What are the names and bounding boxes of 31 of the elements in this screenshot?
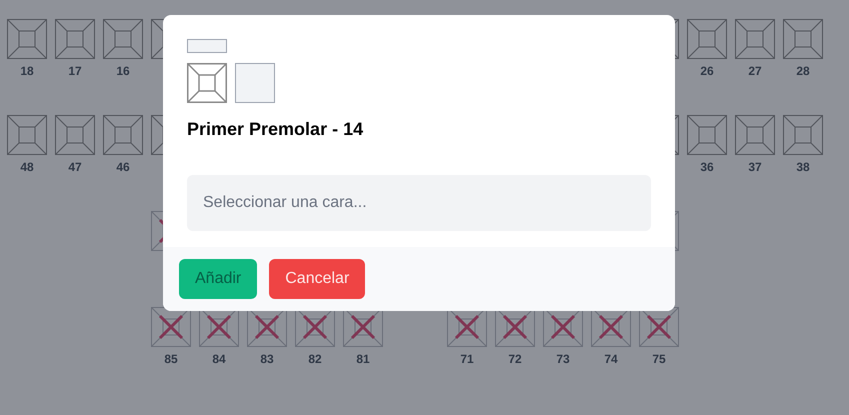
tooth-number: 46 bbox=[116, 159, 130, 175]
tooth-number: 16 bbox=[116, 63, 130, 79]
tooth-icon[interactable] bbox=[151, 307, 191, 347]
tooth-number: 36 bbox=[700, 159, 714, 175]
tooth-number: 47 bbox=[68, 159, 82, 175]
tooth-number: 48 bbox=[20, 159, 34, 175]
tooth-number: 71 bbox=[460, 351, 474, 367]
tooth-number: 72 bbox=[508, 351, 522, 367]
tooth-number: 75 bbox=[652, 351, 666, 367]
tooth-number: 74 bbox=[604, 351, 618, 367]
tooth-number: 84 bbox=[212, 351, 226, 367]
tooth-icon[interactable] bbox=[187, 63, 227, 103]
tooth-number: 81 bbox=[356, 351, 370, 367]
tooth-number: 83 bbox=[260, 351, 274, 367]
dialog-title: Primer Premolar - 14 bbox=[187, 118, 364, 141]
tooth-number: 37 bbox=[748, 159, 762, 175]
tooth-number: 73 bbox=[556, 351, 570, 367]
tooth-number: 38 bbox=[796, 159, 810, 175]
tooth-number: 18 bbox=[20, 63, 34, 79]
tooth-number: 85 bbox=[164, 351, 178, 367]
tooth-number: 27 bbox=[748, 63, 762, 79]
add-button[interactable]: Añadir bbox=[179, 259, 258, 299]
tooth-number: 28 bbox=[796, 63, 810, 79]
tooth-number: 17 bbox=[68, 63, 82, 79]
face-select-field[interactable]: Seleccionar una cara... bbox=[187, 175, 651, 231]
cancel-button[interactable]: Cancelar bbox=[269, 259, 366, 299]
tooth-surface-swatch[interactable] bbox=[187, 39, 227, 53]
tooth-number: 26 bbox=[700, 63, 714, 79]
tooth-number: 82 bbox=[308, 351, 322, 367]
tooth-surface-swatch[interactable] bbox=[235, 63, 275, 103]
tooth-icon[interactable] bbox=[639, 307, 679, 347]
